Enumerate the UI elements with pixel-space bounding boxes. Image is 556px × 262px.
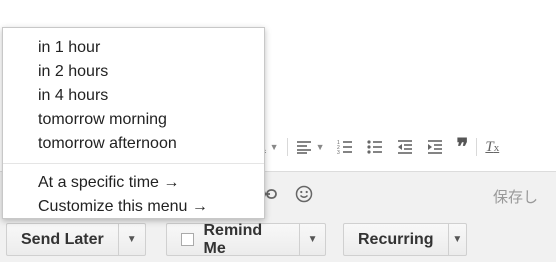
chevron-down-icon: ▼ xyxy=(315,142,325,152)
recurring-label: Recurring xyxy=(358,230,434,248)
menu-item-1-hour[interactable]: in 1 hour xyxy=(3,36,264,60)
remind-me-checkbox[interactable] xyxy=(181,233,194,246)
menu-item-tomorrow-afternoon[interactable]: tomorrow afternoon xyxy=(3,132,264,156)
saved-status: 保存し xyxy=(492,189,538,206)
recurring-main[interactable]: Recurring xyxy=(344,224,448,255)
remove-formatting-icon: Tx xyxy=(485,138,500,155)
menu-item-customize[interactable]: Customize this menu → xyxy=(3,195,264,219)
recurring-dropdown[interactable]: ▼ xyxy=(447,224,466,255)
toolbar-divider xyxy=(286,138,288,156)
send-later-dropdown[interactable]: ▼ xyxy=(117,224,145,255)
indent-more-button[interactable] xyxy=(427,134,443,160)
remind-me-button[interactable]: Remind Me ▼ xyxy=(166,221,326,257)
send-later-menu: in 1 hour in 2 hours in 4 hours tomorrow… xyxy=(2,27,265,219)
svg-text:3: 3 xyxy=(337,150,340,155)
chevron-down-icon: ▼ xyxy=(452,234,463,245)
remind-me-label: Remind Me xyxy=(203,221,263,257)
quote-icon: ❞ xyxy=(456,134,469,159)
remind-me-main[interactable]: Remind Me xyxy=(167,221,299,257)
remove-formatting-button[interactable]: Tx xyxy=(485,134,499,160)
send-later-main[interactable]: Send Later xyxy=(7,224,118,255)
emoji-icon[interactable] xyxy=(295,185,313,208)
numbered-list-button[interactable]: 123 xyxy=(337,134,353,160)
toolbar-divider xyxy=(476,138,478,156)
align-button[interactable]: ▼ xyxy=(296,134,325,160)
recurring-button[interactable]: Recurring ▼ xyxy=(343,223,467,256)
remind-me-dropdown[interactable]: ▼ xyxy=(299,224,325,255)
send-later-label: Send Later xyxy=(21,230,104,248)
bulleted-list-icon xyxy=(366,140,382,154)
quote-button[interactable]: ❞ xyxy=(457,134,469,160)
menu-item-tomorrow-morning[interactable]: tomorrow morning xyxy=(3,108,264,132)
chevron-down-icon: ▼ xyxy=(307,234,318,245)
menu-item-4-hours[interactable]: in 4 hours xyxy=(3,84,264,108)
menu-item-2-hours[interactable]: in 2 hours xyxy=(3,60,264,84)
indent-more-icon xyxy=(427,140,442,154)
formatting-toolbar: A ▼ ▼ 123 ❞ Tx xyxy=(255,132,556,162)
send-later-button[interactable]: Send Later ▼ xyxy=(6,223,146,256)
align-icon xyxy=(296,141,311,154)
remove-formatting-label: T xyxy=(485,138,494,155)
menu-divider xyxy=(3,163,264,164)
numbered-list-icon: 123 xyxy=(337,140,352,155)
menu-item-specific-time[interactable]: At a specific time → xyxy=(3,171,264,195)
chevron-down-icon: ▼ xyxy=(126,234,137,245)
indent-less-icon xyxy=(397,140,412,154)
bulleted-list-button[interactable] xyxy=(366,134,383,160)
indent-less-button[interactable] xyxy=(397,134,413,160)
chevron-down-icon: ▼ xyxy=(269,142,279,152)
